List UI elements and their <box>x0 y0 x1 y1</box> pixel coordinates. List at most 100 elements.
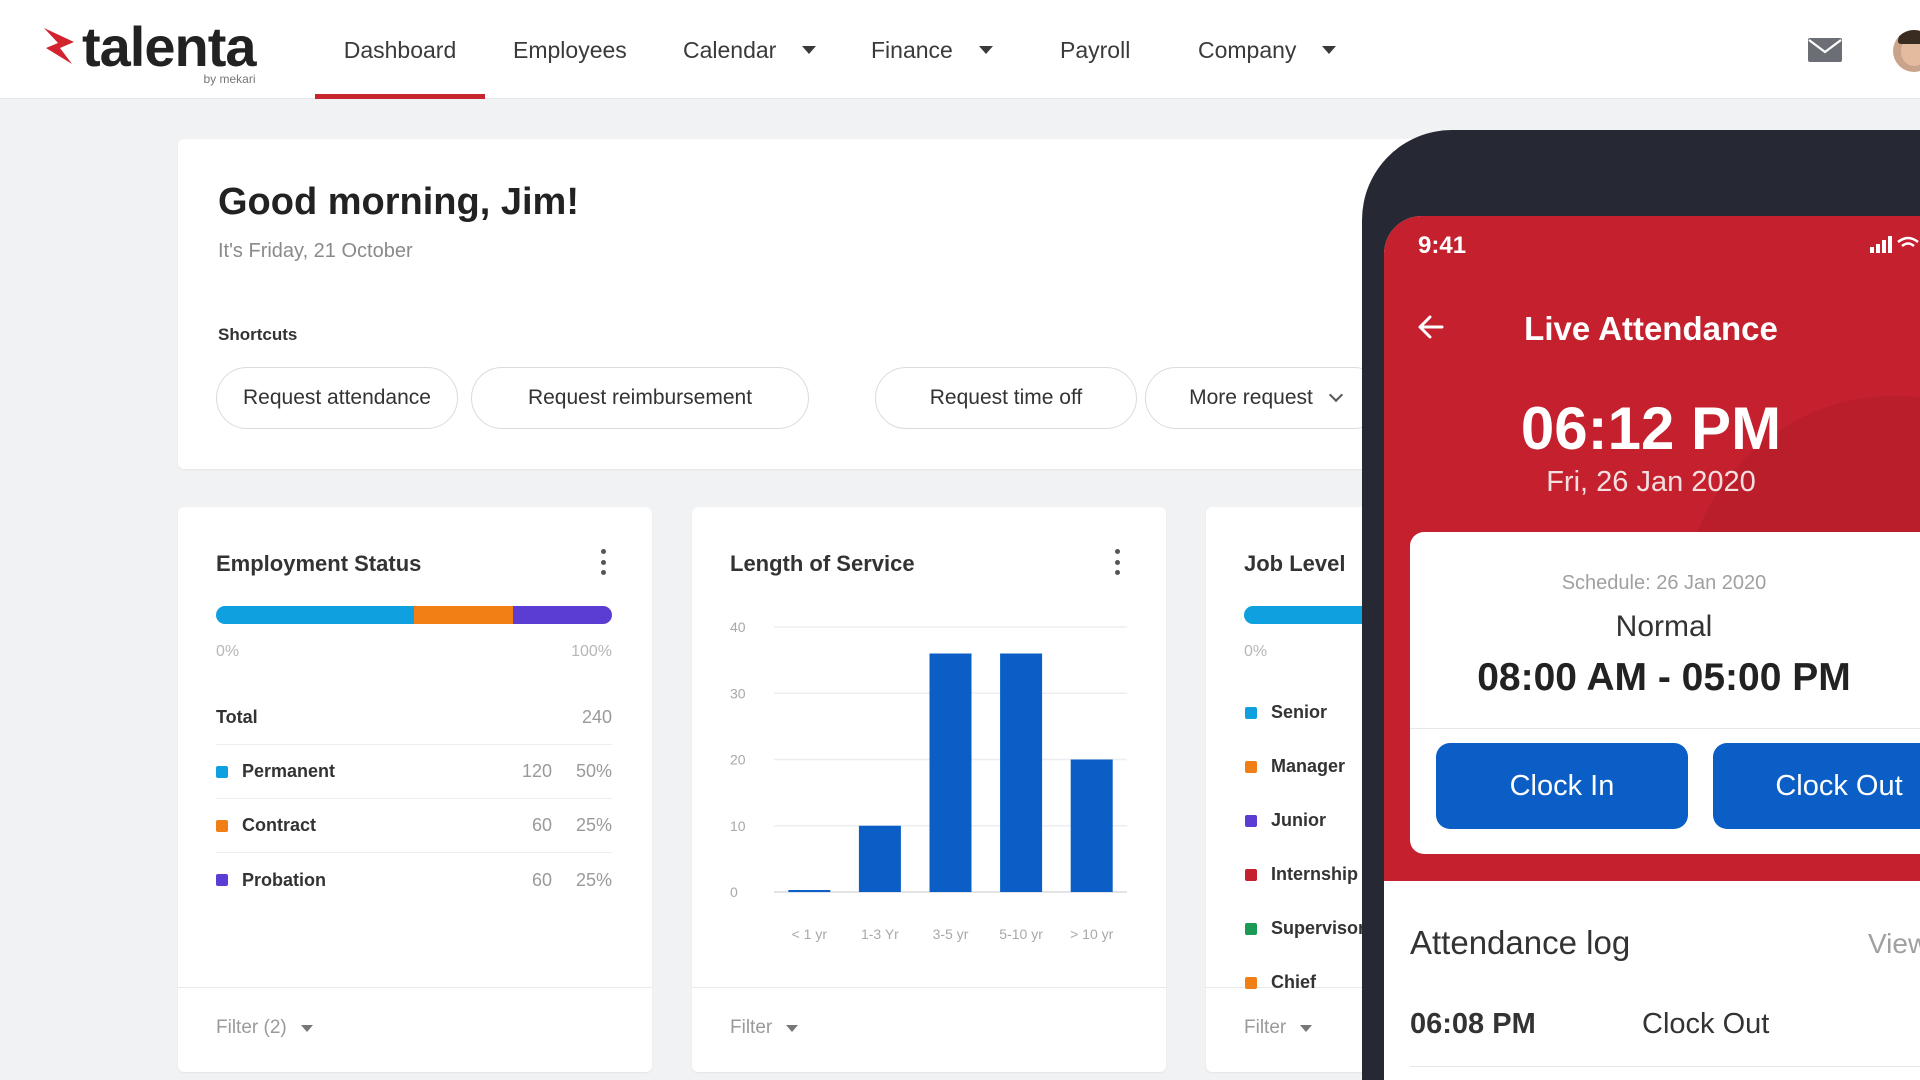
list-item: Internship <box>1245 864 1358 885</box>
log-entry-time: 06:08 PM <box>1410 1008 1536 1040</box>
level-label: Supervisor <box>1271 918 1366 938</box>
logo-chevron-icon <box>44 28 74 64</box>
nav-payroll[interactable]: Payroll <box>1060 0 1130 99</box>
chevron-down-icon <box>1328 387 1343 403</box>
filter-dropdown[interactable]: Filter <box>730 1017 799 1039</box>
status-percent: 25% <box>575 869 612 890</box>
nav-employees[interactable]: Employees <box>513 0 627 99</box>
filter-label: Filter (2) <box>216 1017 287 1038</box>
y-tick-label: 20 <box>730 752 746 768</box>
level-label: Junior <box>1271 810 1327 830</box>
brand-byline: by mekari <box>203 72 256 86</box>
status-percent: 25% <box>575 815 612 835</box>
schedule-label: Schedule: 26 Jan 2020 <box>1561 572 1767 594</box>
bar[interactable] <box>929 653 972 893</box>
permanent-segment <box>216 606 414 624</box>
status-label: Contract <box>242 815 317 835</box>
legend-swatch <box>1245 922 1257 935</box>
request-attendance-label: Request attendance <box>243 386 431 409</box>
x-tick-label: < 1 yr <box>792 926 828 942</box>
contract-segment <box>414 606 513 624</box>
filter-dropdown[interactable]: Filter (2) <box>216 1017 313 1039</box>
current-time: 06:12 PM <box>1520 395 1782 462</box>
probation-segment <box>513 606 612 624</box>
schedule-hours: 08:00 AM - 05:00 PM <box>1477 656 1851 699</box>
list-item: Contract 60 25% <box>216 799 612 853</box>
legend-swatch <box>216 874 228 886</box>
mail-icon[interactable] <box>1808 38 1842 62</box>
log-divider <box>1410 1066 1920 1067</box>
status-percent: 50% <box>575 761 612 781</box>
filter-dropdown[interactable]: Filter <box>1244 1017 1313 1039</box>
request-time-off-label: Request time off <box>929 386 1083 409</box>
legend-swatch <box>1245 814 1257 827</box>
list-item: Permanent 120 50% <box>216 745 612 799</box>
nav-employees-label: Employees <box>513 36 627 63</box>
legend-swatch <box>1245 760 1257 773</box>
widget-title: Job Level <box>1244 551 1346 576</box>
bar[interactable] <box>1070 759 1113 893</box>
legend-swatch <box>1245 706 1257 719</box>
axis-max-label: 100% <box>571 643 612 660</box>
nav-company[interactable]: Company <box>1198 0 1337 99</box>
filter-label: Filter <box>1244 1017 1287 1038</box>
widget-title: Employment Status <box>216 551 422 576</box>
schedule-divider <box>1410 728 1920 729</box>
legend-swatch <box>1245 868 1257 881</box>
total-row: Total 240 <box>216 691 612 745</box>
attendance-log-view-link[interactable]: View <box>1868 928 1920 960</box>
more-options-icon[interactable] <box>600 549 606 575</box>
legend-swatch <box>216 819 228 832</box>
axis-min-label: 0% <box>216 643 240 660</box>
request-time-off-button[interactable]: Request time off <box>875 367 1137 429</box>
schedule-type: Normal <box>1615 610 1713 643</box>
level-label: Senior <box>1271 702 1328 722</box>
list-item: Manager <box>1245 756 1345 777</box>
list-item: Probation 60 25% <box>216 853 612 907</box>
current-date: Fri, 26 Jan 2020 <box>1546 466 1756 498</box>
request-attendance-button[interactable]: Request attendance <box>216 367 458 429</box>
nav-company-label: Company <box>1198 36 1297 63</box>
total-value: 240 <box>581 707 612 727</box>
level-label: Manager <box>1271 756 1346 776</box>
chevron-down-icon <box>802 45 817 54</box>
x-tick-label: 3-5 yr <box>933 926 969 942</box>
chevron-down-icon <box>1300 1024 1313 1032</box>
nav-calendar[interactable]: Calendar <box>683 0 817 99</box>
clock-out-label: Clock Out <box>1775 769 1903 802</box>
greeting-date: It's Friday, 21 October <box>218 240 413 262</box>
chevron-down-icon <box>1322 45 1337 54</box>
footer-divider <box>692 987 1166 988</box>
x-tick-label: > 10 yr <box>1070 926 1114 942</box>
clock-in-button[interactable]: Clock In <box>1436 743 1688 829</box>
nav-dashboard[interactable]: Dashboard <box>315 0 485 99</box>
bar[interactable] <box>1000 653 1043 893</box>
more-request-label: More request <box>1189 386 1313 409</box>
filter-label: Filter <box>730 1017 773 1038</box>
bar[interactable] <box>858 825 901 892</box>
chevron-down-icon <box>978 45 993 54</box>
log-entry-type: Clock Out <box>1642 1008 1770 1040</box>
legend-swatch <box>216 765 228 778</box>
greeting-card: Good morning, Jim! It's Friday, 21 Octob… <box>178 139 1478 469</box>
x-tick-label: 1-3 Yr <box>861 926 899 942</box>
shortcuts-label: Shortcuts <box>218 325 298 344</box>
chevron-down-icon <box>300 1024 313 1032</box>
greeting-title: Good morning, Jim! <box>218 181 579 223</box>
nav-payroll-label: Payroll <box>1060 36 1131 63</box>
status-bar-time: 9:41 <box>1418 232 1467 259</box>
signal-wifi-icon <box>1870 236 1919 253</box>
top-nav: talenta by mekari Dashboard Employees Ca… <box>0 0 1920 99</box>
clock-out-button[interactable]: Clock Out <box>1713 743 1920 829</box>
avatar-hair <box>1898 30 1920 44</box>
bar[interactable] <box>788 890 831 893</box>
request-reimbursement-button[interactable]: Request reimbursement <box>471 367 809 429</box>
status-count: 60 <box>531 815 552 835</box>
nav-finance[interactable]: Finance <box>871 0 993 99</box>
talenta-logo[interactable]: talenta by mekari <box>42 19 256 86</box>
avatar[interactable] <box>1893 30 1920 72</box>
more-request-button[interactable]: More request <box>1145 367 1385 429</box>
status-count: 60 <box>531 869 552 890</box>
request-reimbursement-label: Request reimbursement <box>527 386 753 409</box>
schedule-card: Schedule: 26 Jan 2020 Normal 08:00 AM - … <box>1410 532 1920 854</box>
